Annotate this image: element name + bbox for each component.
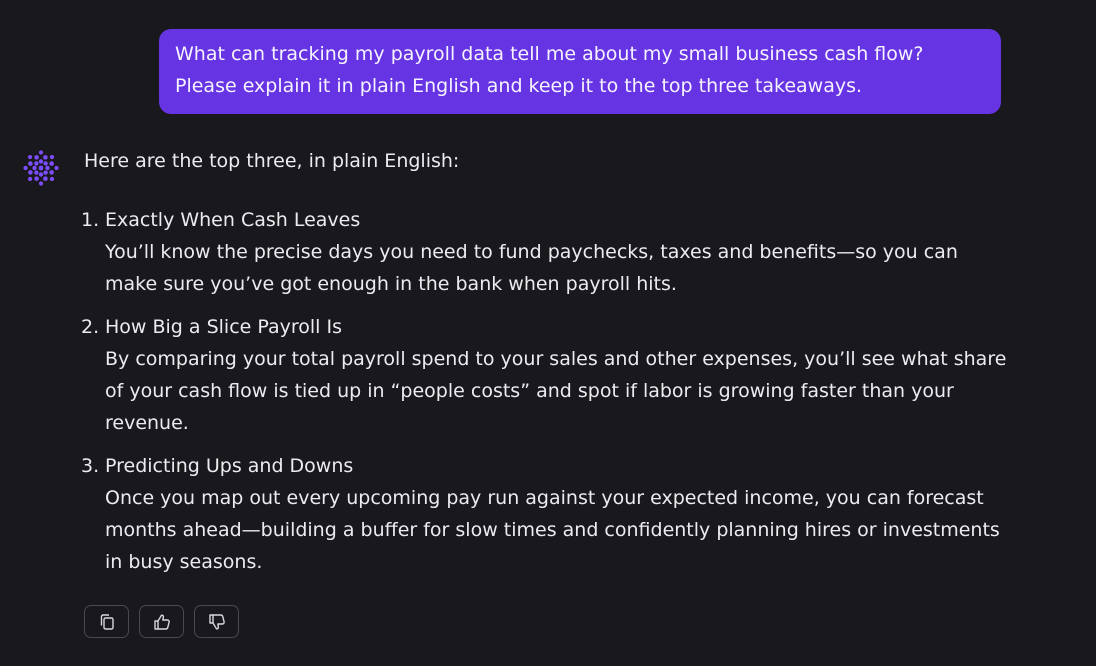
takeaway-item: 3. Predicting Ups and Downs Once you map… (81, 450, 1024, 578)
message-actions (84, 605, 239, 638)
takeaway-body-line: revenue. (105, 412, 189, 434)
takeaway-item: 2. How Big a Slice Payroll Is By compari… (81, 311, 1024, 439)
assistant-response: Here are the top three, in plain English… (81, 145, 1024, 589)
response-intro: Here are the top three, in plain English… (84, 150, 460, 172)
takeaway-body-line: in busy seasons. (105, 551, 263, 573)
takeaway-item: 1. Exactly When Cash Leaves You’ll know … (81, 204, 1024, 300)
takeaway-title: Predicting Ups and Downs (105, 455, 354, 477)
copy-button[interactable] (84, 605, 129, 638)
user-message-line: Please explain it in plain English and k… (175, 75, 863, 97)
takeaway-body-line: make sure you’ve got enough in the bank … (105, 273, 677, 295)
takeaway-number: 1. (81, 209, 100, 231)
user-message-line: What can tracking my payroll data tell m… (175, 43, 924, 65)
copy-icon (97, 612, 117, 632)
takeaway-title: How Big a Slice Payroll Is (105, 316, 342, 338)
thumbs-up-icon (152, 612, 172, 632)
user-message-bubble: What can tracking my payroll data tell m… (159, 29, 1001, 114)
thumbs-down-icon (207, 612, 227, 632)
takeaway-body-line: By comparing your total payroll spend to… (105, 348, 1007, 370)
takeaway-body-line: You’ll know the precise days you need to… (105, 241, 958, 263)
takeaway-body-line: Once you map out every upcoming pay run … (105, 487, 984, 509)
takeaway-number: 3. (81, 455, 100, 477)
takeaway-list: 1. Exactly When Cash Leaves You’ll know … (81, 204, 1024, 578)
thumbs-up-button[interactable] (139, 605, 184, 638)
assistant-logo-icon (22, 149, 60, 187)
takeaway-body-line: of your cash flow is tied up in “people … (105, 380, 954, 402)
takeaway-title: Exactly When Cash Leaves (105, 209, 361, 231)
takeaway-number: 2. (81, 316, 100, 338)
thumbs-down-button[interactable] (194, 605, 239, 638)
takeaway-body-line: months ahead—building a buffer for slow … (105, 519, 1000, 541)
